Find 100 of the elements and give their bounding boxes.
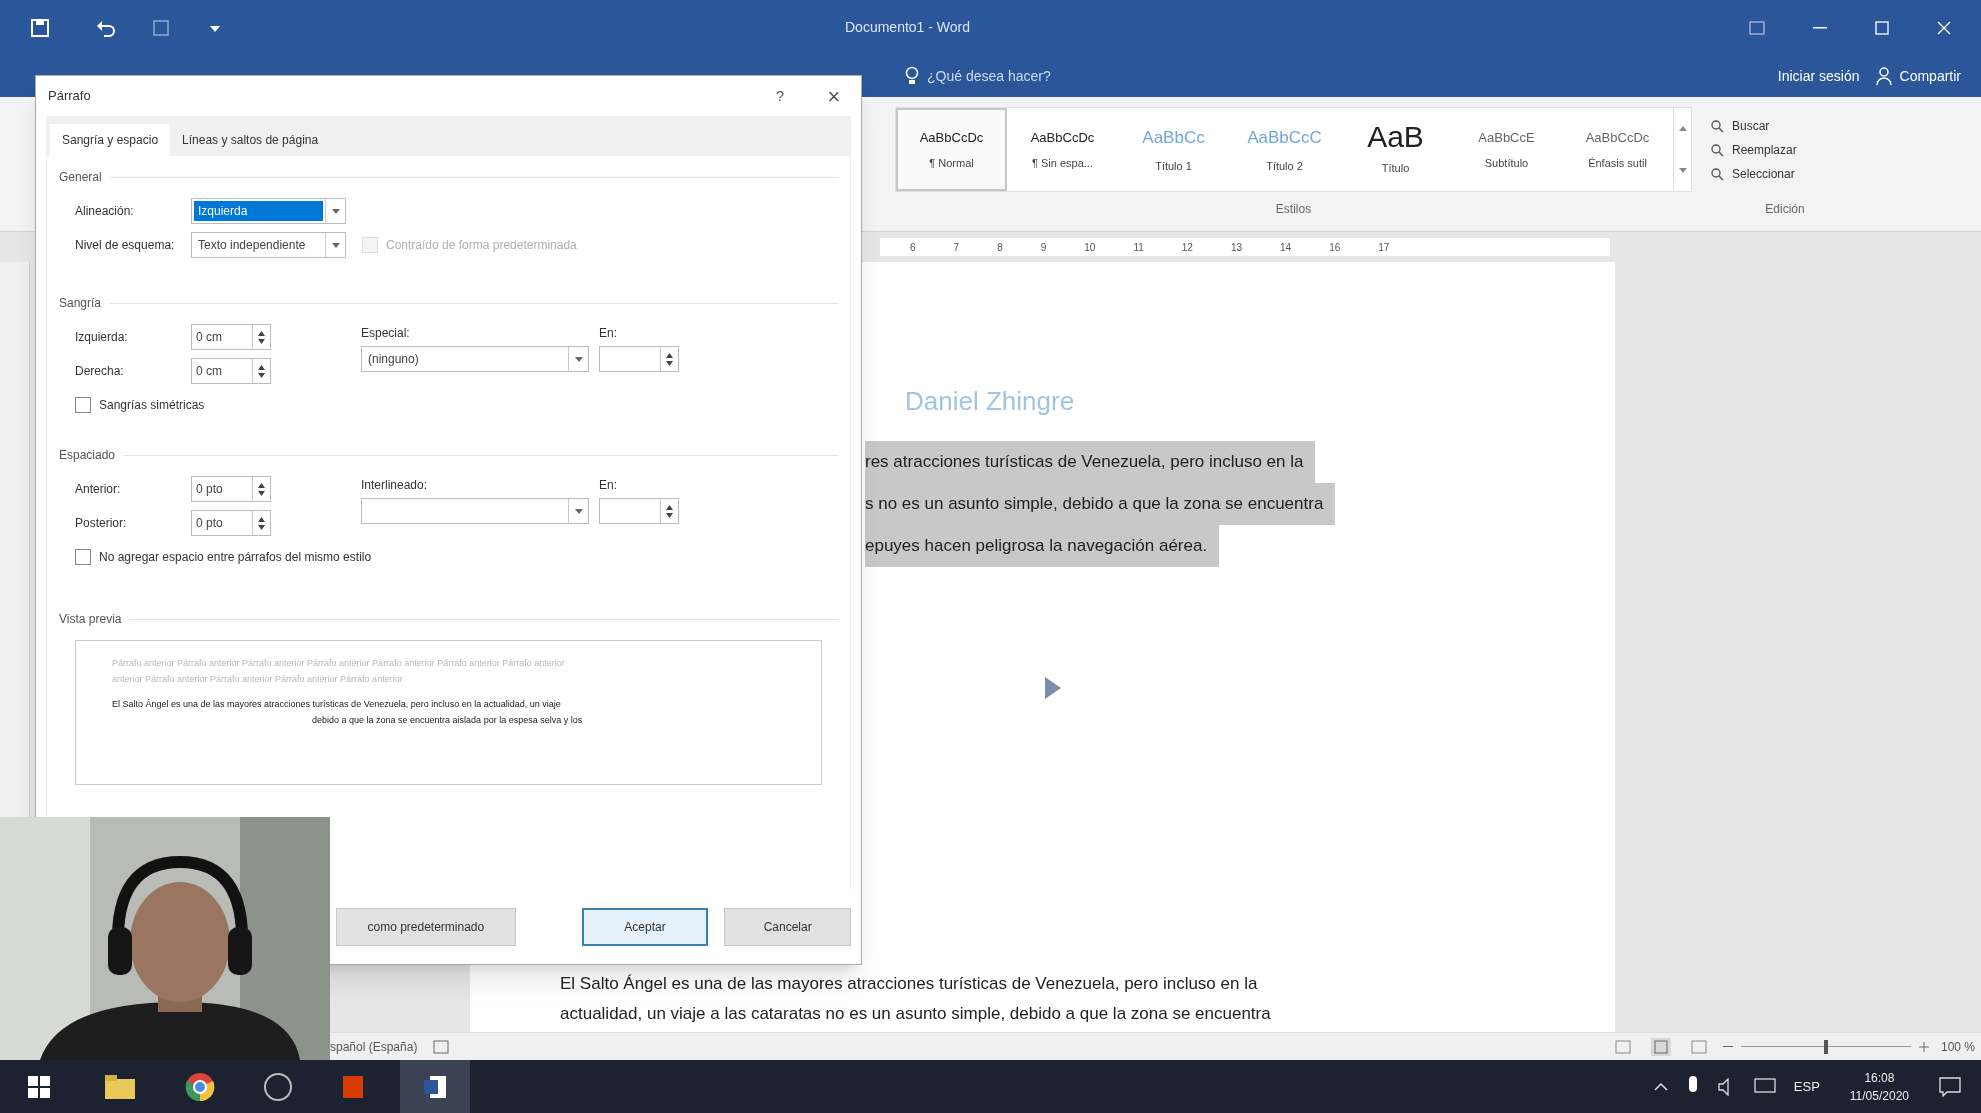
circle-app-icon[interactable] xyxy=(263,1071,293,1102)
group-label: Edición xyxy=(1765,201,1805,218)
field-label: En: xyxy=(599,325,618,342)
person-icon xyxy=(1875,67,1892,85)
up-arrow-icon[interactable] xyxy=(666,504,673,510)
scroll-down-icon[interactable] xyxy=(1678,167,1687,173)
style-sample: AaBbCcDc xyxy=(919,128,984,147)
minimize-icon[interactable] xyxy=(1813,26,1827,29)
style-sample: AaBbCcDc xyxy=(1585,128,1650,147)
style-gallery-item[interactable]: AaB Título xyxy=(1340,108,1451,191)
windows-start-icon[interactable] xyxy=(28,1075,50,1098)
dialog-tab[interactable]: Sangría y espacio xyxy=(50,124,171,156)
preview-text: anterior Párrafo anterior Párrafo anterior Párrafo anterior Párrafo anterior xyxy=(112,672,404,686)
style-sample: AaBbCcC xyxy=(1247,126,1322,149)
browser-icon[interactable] xyxy=(185,1071,215,1102)
body-text: El Salto Ángel es una de las mayores atracciones turísticas de Venezuela, pero incluso en la xyxy=(560,973,1259,995)
ruler-number: 7 xyxy=(953,240,960,255)
ruler-number: 6 xyxy=(910,240,916,255)
down-arrow-icon[interactable] xyxy=(666,360,673,366)
field-label: Derecha: xyxy=(75,363,125,380)
save-icon[interactable] xyxy=(30,17,50,38)
network-icon[interactable] xyxy=(1753,1077,1776,1096)
language-status[interactable]: spañol (España) xyxy=(330,1037,418,1056)
help-button[interactable]: ? xyxy=(765,84,795,108)
body-text: actualidad, un viaje a las cataratas no es un asunto simple, debido a que la zona se encuentra xyxy=(560,1003,1272,1025)
slider-thumb[interactable] xyxy=(1823,1039,1828,1054)
down-arrow-icon[interactable] xyxy=(258,338,265,344)
zoom-in-icon[interactable] xyxy=(1918,1041,1929,1052)
tell-me-field[interactable]: ¿Qué desea hacer? xyxy=(927,65,1051,87)
word-icon[interactable] xyxy=(422,1073,448,1100)
ruler-number: 13 xyxy=(1230,240,1242,255)
preview-text: debido a que la zona se encuentra aislada por la espesa selva y los xyxy=(311,713,584,727)
style-sample: AaBbCcE xyxy=(1478,128,1535,147)
down-arrow-icon[interactable] xyxy=(258,372,265,378)
dropdown[interactable]: Texto independiente xyxy=(191,232,346,258)
down-arrow-icon[interactable] xyxy=(666,512,673,518)
close-button[interactable]: × xyxy=(819,79,849,113)
editing-command[interactable]: Buscar xyxy=(1710,116,1860,135)
clock-date[interactable]: 11/05/2020 xyxy=(1849,1086,1909,1105)
spin-field[interactable]: 0 cm xyxy=(191,324,271,350)
caret-icon xyxy=(331,208,340,214)
checkbox-label: No agregar espacio entre párrafos del mismo estilo xyxy=(99,549,372,566)
maximize-icon[interactable] xyxy=(1875,20,1889,35)
sign-in-link[interactable]: Iniciar sesión xyxy=(1777,65,1860,87)
close-icon[interactable] xyxy=(1937,20,1951,35)
zoom-slider[interactable] xyxy=(1740,1039,1911,1054)
folder-icon[interactable] xyxy=(105,1074,135,1099)
editing-command[interactable]: Seleccionar xyxy=(1710,164,1860,183)
style-name: Subtítulo xyxy=(1484,156,1529,171)
customize-icon[interactable] xyxy=(210,23,220,32)
spin-field[interactable] xyxy=(599,498,679,524)
group-label: Estilos xyxy=(1275,201,1312,218)
clock-time[interactable]: 16:08 xyxy=(1864,1068,1895,1087)
spin-field[interactable]: 0 pto xyxy=(191,510,271,536)
up-arrow-icon[interactable] xyxy=(258,482,265,488)
dialog-title: Párrafo xyxy=(48,87,92,106)
field-label: Especial: xyxy=(361,325,411,342)
editing-command[interactable]: Reemplazar xyxy=(1710,140,1860,159)
spin-field[interactable]: 0 cm xyxy=(191,358,271,384)
dropdown[interactable]: Izquierda xyxy=(191,198,346,224)
style-gallery-item[interactable]: AaBbCcC Título 2 xyxy=(1229,108,1340,191)
style-gallery-item[interactable]: AaBbCcDc Énfasis sutil xyxy=(1562,108,1673,191)
style-name: Título xyxy=(1381,161,1410,177)
down-arrow-icon[interactable] xyxy=(258,490,265,496)
up-arrow-icon[interactable] xyxy=(258,516,265,522)
field-label: Izquierda: xyxy=(75,329,129,346)
dialog-button[interactable]: Aceptar xyxy=(581,908,709,946)
dropdown[interactable]: (ninguno) xyxy=(361,346,589,372)
office-app-icon[interactable] xyxy=(341,1073,365,1100)
ruler-number: 17 xyxy=(1378,240,1390,255)
preview-text: Párrafo anterior Párrafo anterior Párrafo anterior Párrafo anterior Párrafo anterior Párrafo anterior Párrafo anterior xyxy=(112,657,566,670)
selected-text: epuyes hacen peligrosa la navegación aérea. xyxy=(865,525,1220,567)
up-arrow-icon[interactable] xyxy=(666,352,673,358)
window-title: Documento1 - Word xyxy=(845,18,970,37)
style-sample: AaBbCc xyxy=(1142,126,1205,149)
scroll-up-icon[interactable] xyxy=(1678,126,1687,132)
down-arrow-icon[interactable] xyxy=(258,524,265,530)
up-arrow-icon[interactable] xyxy=(258,330,265,336)
style-gallery-item[interactable]: AaBbCcE Subtítulo xyxy=(1451,108,1562,191)
dialog-button[interactable]: Cancelar xyxy=(724,908,851,946)
checkbox[interactable] xyxy=(75,397,91,413)
ruler-number: 14 xyxy=(1280,240,1292,255)
keyboard-language[interactable]: ESP xyxy=(1793,1076,1820,1097)
spin-field[interactable]: 0 pto xyxy=(191,476,271,502)
style-sample: AaBbCcDc xyxy=(1030,128,1095,147)
chevron-up-icon[interactable] xyxy=(1653,1082,1668,1091)
caret-icon xyxy=(574,356,583,362)
style-gallery-item[interactable]: AaBbCcDc ¶ Normal xyxy=(896,108,1007,191)
section-heading: Espaciado xyxy=(59,447,116,464)
ruler-number: 12 xyxy=(1181,240,1193,255)
spin-field[interactable] xyxy=(599,346,679,372)
dialog-button[interactable]: como predeterminado xyxy=(336,908,516,946)
share-button[interactable]: Compartir xyxy=(1875,65,1961,87)
notification-icon[interactable] xyxy=(1939,1076,1961,1097)
caret-icon xyxy=(574,508,583,514)
style-gallery-item[interactable]: AaBbCcDc ¶ Sin espa... xyxy=(1007,108,1118,191)
zoom-level[interactable]: 100 % xyxy=(1940,1037,1975,1056)
up-arrow-icon[interactable] xyxy=(258,364,265,370)
style-gallery-item[interactable]: AaBbCc Título 1 xyxy=(1118,108,1229,191)
checkbox[interactable] xyxy=(75,549,91,565)
